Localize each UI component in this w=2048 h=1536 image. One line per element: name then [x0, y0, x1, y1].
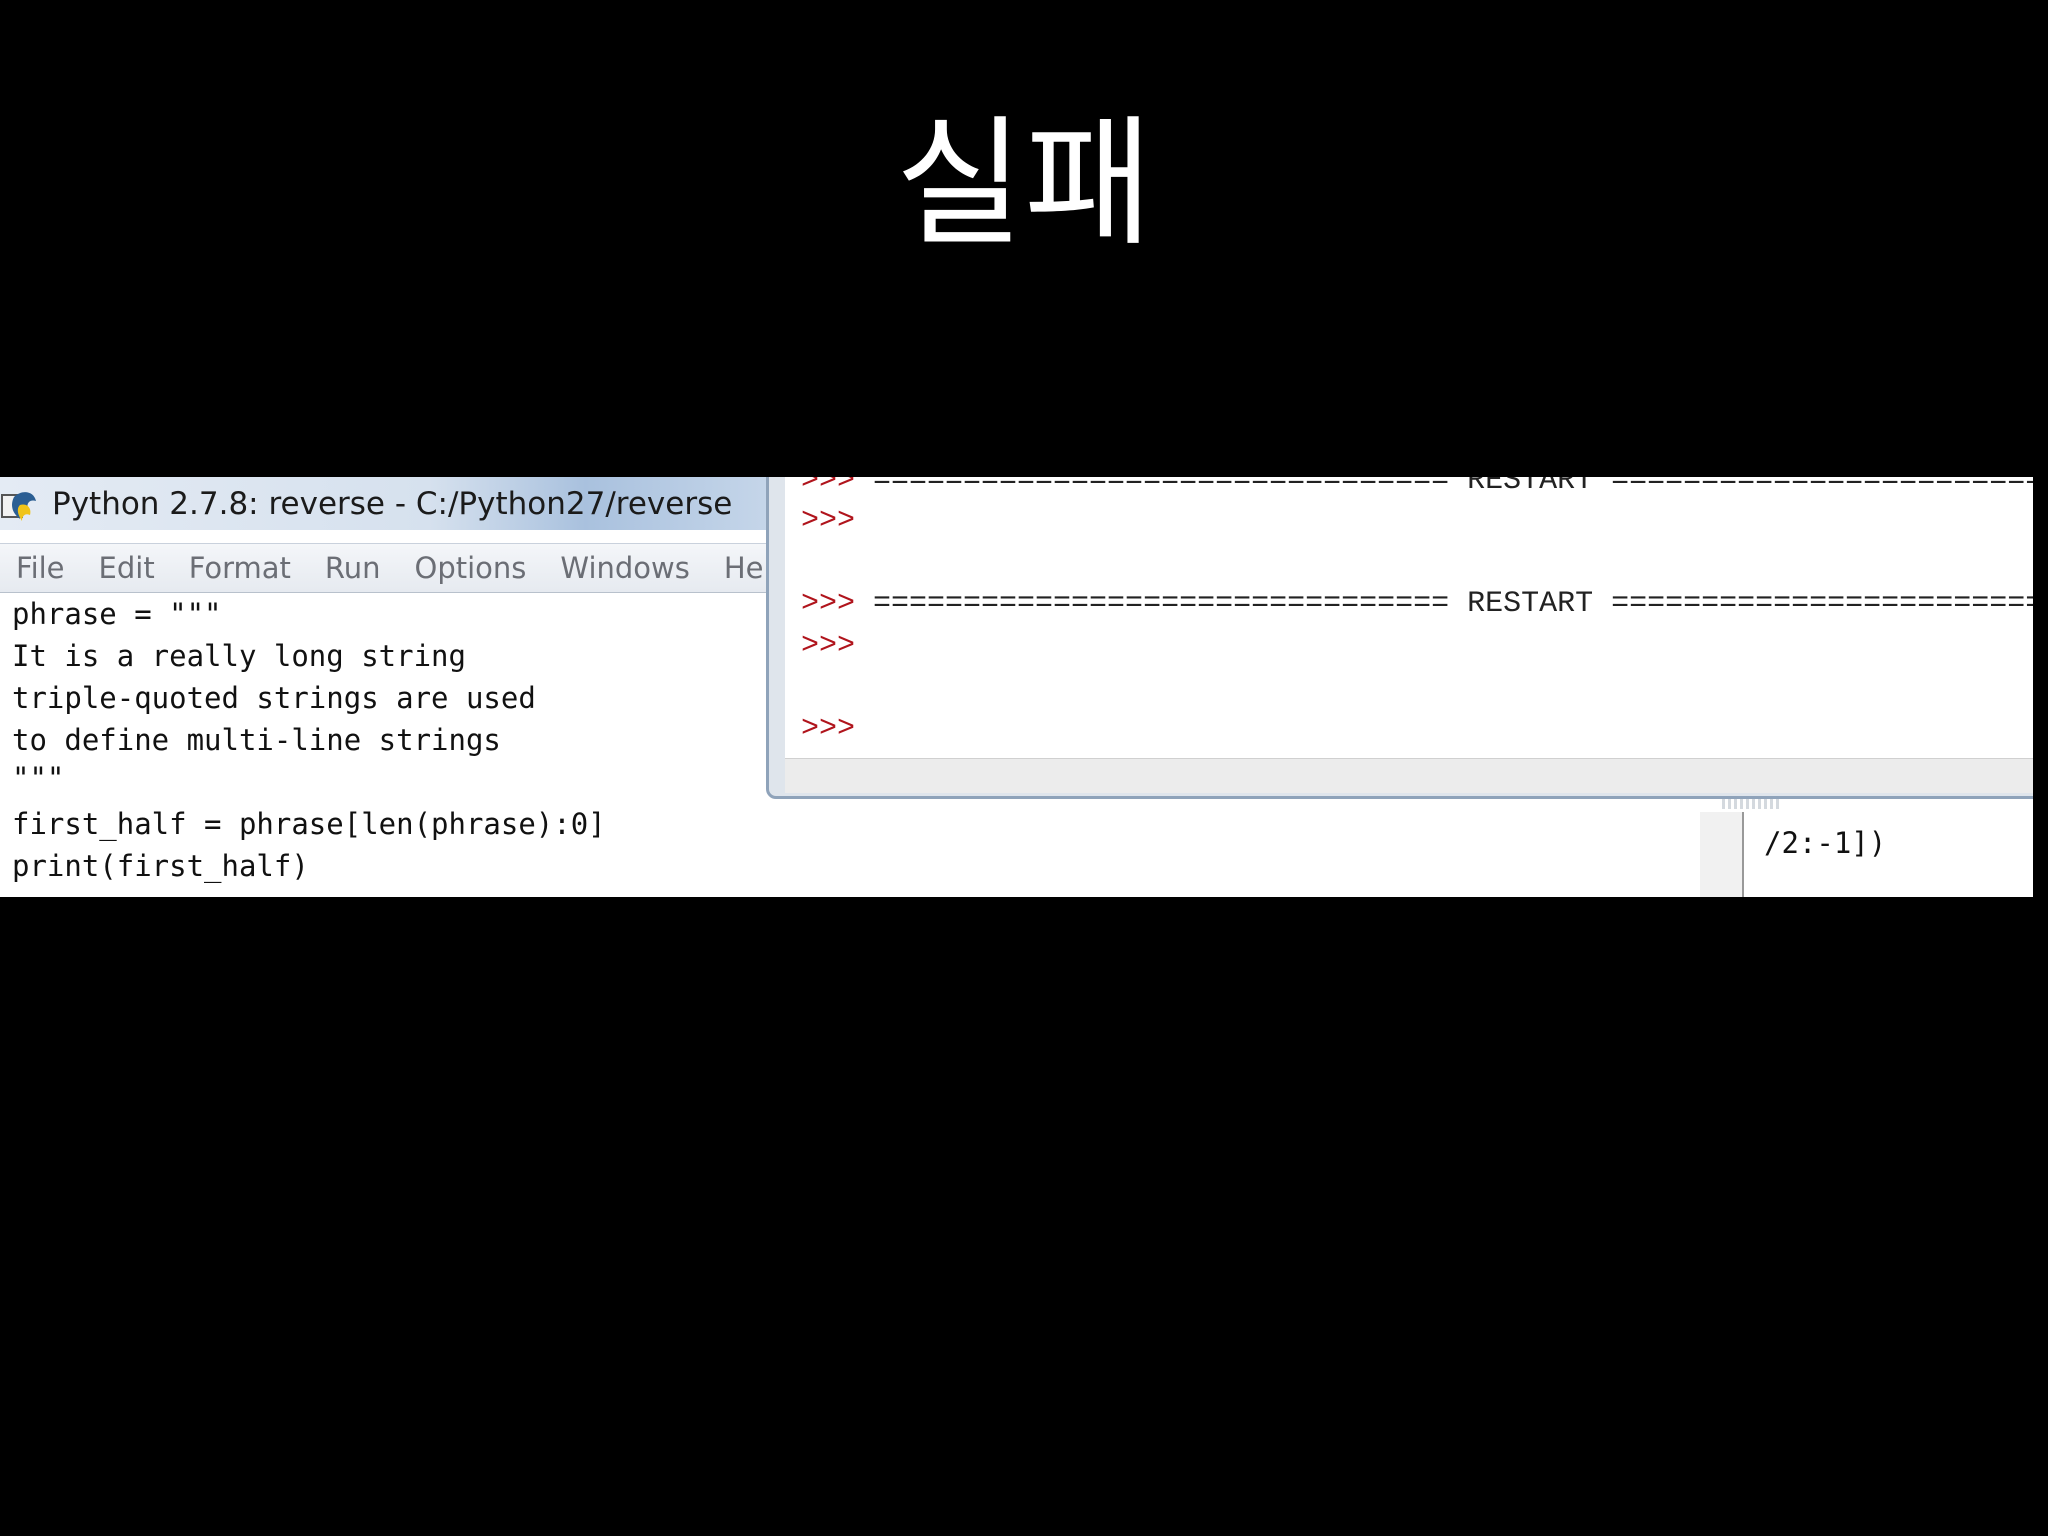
shell-line: >>> ================================ RES… — [801, 587, 2033, 621]
python-idle-icon — [1, 492, 36, 521]
window-title: Python 2.7.8: reverse - C:/Python27/reve… — [52, 486, 733, 522]
code-line: print(first_half) — [12, 849, 309, 883]
code-fragment: /2:-1]) — [1764, 826, 1887, 860]
shell-line: >>> — [801, 629, 855, 663]
menu-options[interactable]: Options — [399, 544, 545, 592]
menu-bar: File Edit Format Run Options Windows He — [0, 543, 780, 594]
shell-prompt: >>> — [801, 712, 856, 746]
menu-windows[interactable]: Windows — [544, 544, 707, 592]
code-line: """ — [12, 761, 65, 795]
menu-edit[interactable]: Edit — [83, 544, 173, 592]
background-editor-window[interactable]: /2:-1]) — [1700, 812, 2033, 897]
shell-line: >>> ================================ RES… — [801, 477, 2033, 498]
shell-prompt: >>> — [801, 504, 856, 538]
shell-output[interactable]: >>> ================================ RES… — [785, 477, 2033, 758]
restart-separator: ================================ RESTART… — [873, 477, 2033, 498]
shell-window: >>> ================================ RES… — [766, 477, 2033, 799]
idle-screenshot: Python 2.7.8: reverse - C:/Python27/reve… — [0, 477, 2033, 897]
editor-titlebar[interactable]: Python 2.7.8: reverse - C:/Python27/reve… — [0, 477, 780, 530]
code-line: first_half = phrase[len(phrase):0] — [12, 807, 606, 841]
shell-prompt: >>> — [801, 629, 856, 663]
slide-title: 실패 — [895, 103, 1153, 266]
shell-line: >>> — [801, 712, 855, 746]
shell-prompt: >>> — [801, 587, 856, 621]
restart-separator: ================================ RESTART… — [873, 587, 2033, 621]
shell-status-area — [785, 758, 2033, 793]
line-gutter — [1700, 812, 1744, 897]
menu-file[interactable]: File — [0, 544, 83, 592]
shell-line: >>> — [801, 504, 855, 538]
code-line: to define multi-line strings — [12, 723, 501, 757]
resize-grip[interactable] — [1722, 799, 1782, 809]
code-line: phrase = """ — [12, 597, 222, 631]
code-editor[interactable]: phrase = """ It is a really long string … — [0, 593, 780, 897]
code-line: triple-quoted strings are used — [12, 681, 536, 715]
code-line: It is a really long string — [12, 639, 466, 673]
shell-prompt: >>> — [801, 477, 856, 498]
menu-format[interactable]: Format — [173, 544, 309, 592]
menu-run[interactable]: Run — [309, 544, 399, 592]
